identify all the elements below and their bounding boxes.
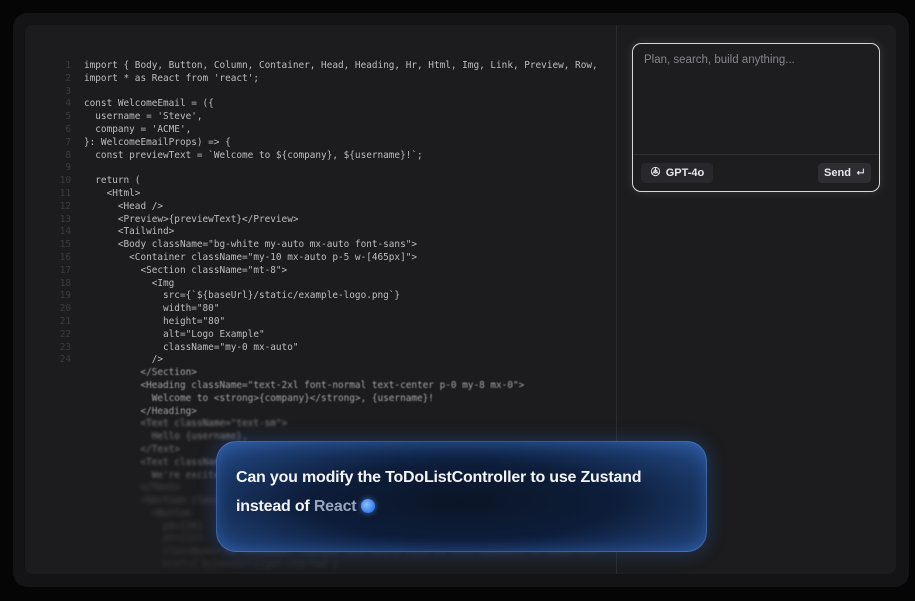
- line-text: <Preview>{previewText}</Preview>: [84, 213, 299, 225]
- line-text: const previewText = `Welcome to ${compan…: [84, 149, 423, 161]
- code-line: 1 import { Body, Button, Column, Containe…: [25, 60, 616, 73]
- line-number: 17: [59, 264, 71, 276]
- line-text: const WelcomeEmail = ({: [84, 98, 214, 110]
- line-text: <Body className="bg-white my-auto mx-aut…: [84, 239, 418, 251]
- code-line: 3: [25, 86, 616, 99]
- code-line: 14 <Tailwind>: [25, 226, 616, 239]
- line-text: <Tailwind>: [84, 226, 175, 238]
- line-number: 22: [59, 328, 71, 340]
- line-number: 15: [59, 239, 71, 251]
- line-number: 7: [65, 136, 71, 148]
- line-text: src={`${baseUrl}/static/example-logo.png…: [84, 290, 401, 302]
- line-text: import * as React from 'react';: [84, 72, 259, 84]
- code-line: 18 <Img: [25, 278, 616, 291]
- code-line: 11 <Html>: [25, 188, 616, 201]
- model-selector-button[interactable]: GPT-4o: [641, 163, 713, 183]
- line-text: <Img: [84, 277, 175, 289]
- line-number: 13: [59, 213, 71, 225]
- code-line: Welcome to <strong>{company}</strong>, {…: [25, 393, 616, 406]
- line-number: 12: [59, 200, 71, 212]
- line-number: 8: [65, 149, 71, 161]
- code-line: 13 <Preview>{previewText}</Preview>: [25, 214, 616, 227]
- line-text: Welcome to <strong>{company}</strong>, {…: [84, 392, 434, 404]
- composer-divider: [633, 154, 879, 155]
- line-number: 1: [65, 60, 71, 71]
- code-line: 24 />: [25, 354, 616, 367]
- line-number: 18: [59, 277, 71, 289]
- code-line: 22 alt="Logo Example": [25, 329, 616, 342]
- prompt-main-text: Can you modify the ToDoListController to…: [236, 469, 642, 515]
- line-number: 10: [59, 175, 71, 187]
- line-text: alt="Logo Example": [84, 328, 265, 340]
- line-number: 19: [59, 290, 71, 302]
- send-label: Send: [824, 167, 851, 179]
- line-number: 3: [65, 85, 71, 97]
- line-text: width="80": [84, 303, 220, 315]
- line-text: <Heading className="text-2xl font-normal…: [84, 379, 525, 391]
- line-number: 14: [59, 226, 71, 238]
- line-text: />: [84, 354, 164, 366]
- line-text: username = 'Steve',: [84, 111, 203, 123]
- code-line: 9: [25, 162, 616, 175]
- line-text: className="my-0 mx-auto": [84, 341, 299, 353]
- code-line: <Heading className="text-2xl font-normal…: [25, 380, 616, 393]
- line-number: 4: [65, 98, 71, 110]
- code-line: 17 <Section className="mt-8">: [25, 265, 616, 278]
- chat-input[interactable]: [644, 54, 868, 144]
- prompt-text: Can you modify the ToDoListController to…: [236, 463, 676, 521]
- line-text: }: WelcomeEmailProps) => {: [84, 136, 231, 148]
- line-number: 20: [59, 303, 71, 315]
- code-line: 4 const WelcomeEmail = ({: [25, 98, 616, 111]
- code-line: 15 <Body className="bg-white my-auto mx-…: [25, 239, 616, 252]
- enter-key-icon: [855, 167, 865, 180]
- send-button[interactable]: Send: [818, 163, 871, 183]
- openai-icon: [650, 166, 661, 180]
- line-number: 9: [65, 162, 71, 174]
- code-line: 23 className="my-0 mx-auto": [25, 342, 616, 355]
- prompt-typing-text: React: [313, 498, 357, 515]
- line-text: company = 'ACME',: [84, 123, 192, 135]
- prompt-bubble: Can you modify the ToDoListController to…: [216, 441, 707, 552]
- code-line: 2 import * as React from 'react';: [25, 73, 616, 86]
- line-text: import { Body, Button, Column, Container…: [84, 60, 598, 71]
- line-text: </Section>: [84, 367, 197, 379]
- line-number: 2: [65, 72, 71, 84]
- code-line: 8 const previewText = `Welcome to ${comp…: [25, 150, 616, 163]
- line-number: 24: [59, 354, 71, 366]
- code-line: 20 width="80": [25, 303, 616, 316]
- chat-composer: GPT-4o Send: [632, 43, 880, 192]
- line-text: height="80": [84, 315, 226, 327]
- line-text: <Section className="mt-8">: [84, 264, 288, 276]
- line-text: <Head />: [84, 200, 164, 212]
- line-number: 6: [65, 123, 71, 135]
- code-line: 6 company = 'ACME',: [25, 124, 616, 137]
- code-line: 7 }: WelcomeEmailProps) => {: [25, 137, 616, 150]
- line-text: <Html>: [84, 187, 141, 199]
- code-line: 10 return (: [25, 175, 616, 188]
- code-line: 5 username = 'Steve',: [25, 111, 616, 124]
- code-line: 19 src={`${baseUrl}/static/example-logo.…: [25, 290, 616, 303]
- code-line: 21 height="80": [25, 316, 616, 329]
- line-number: 16: [59, 251, 71, 263]
- typing-cursor-icon: [361, 499, 376, 513]
- line-text: return (: [84, 175, 141, 187]
- line-number: 5: [65, 111, 71, 123]
- code-line: 12 <Head />: [25, 201, 616, 214]
- line-number: 11: [59, 187, 71, 199]
- model-label: GPT-4o: [665, 167, 705, 179]
- line-number: 21: [59, 315, 71, 327]
- code-line: </Section>: [25, 367, 616, 380]
- code-line: 16 <Container className="my-10 mx-auto p…: [25, 252, 616, 265]
- line-text: <Container className="my-10 mx-auto p-5 …: [84, 251, 418, 263]
- line-number: 23: [59, 341, 71, 353]
